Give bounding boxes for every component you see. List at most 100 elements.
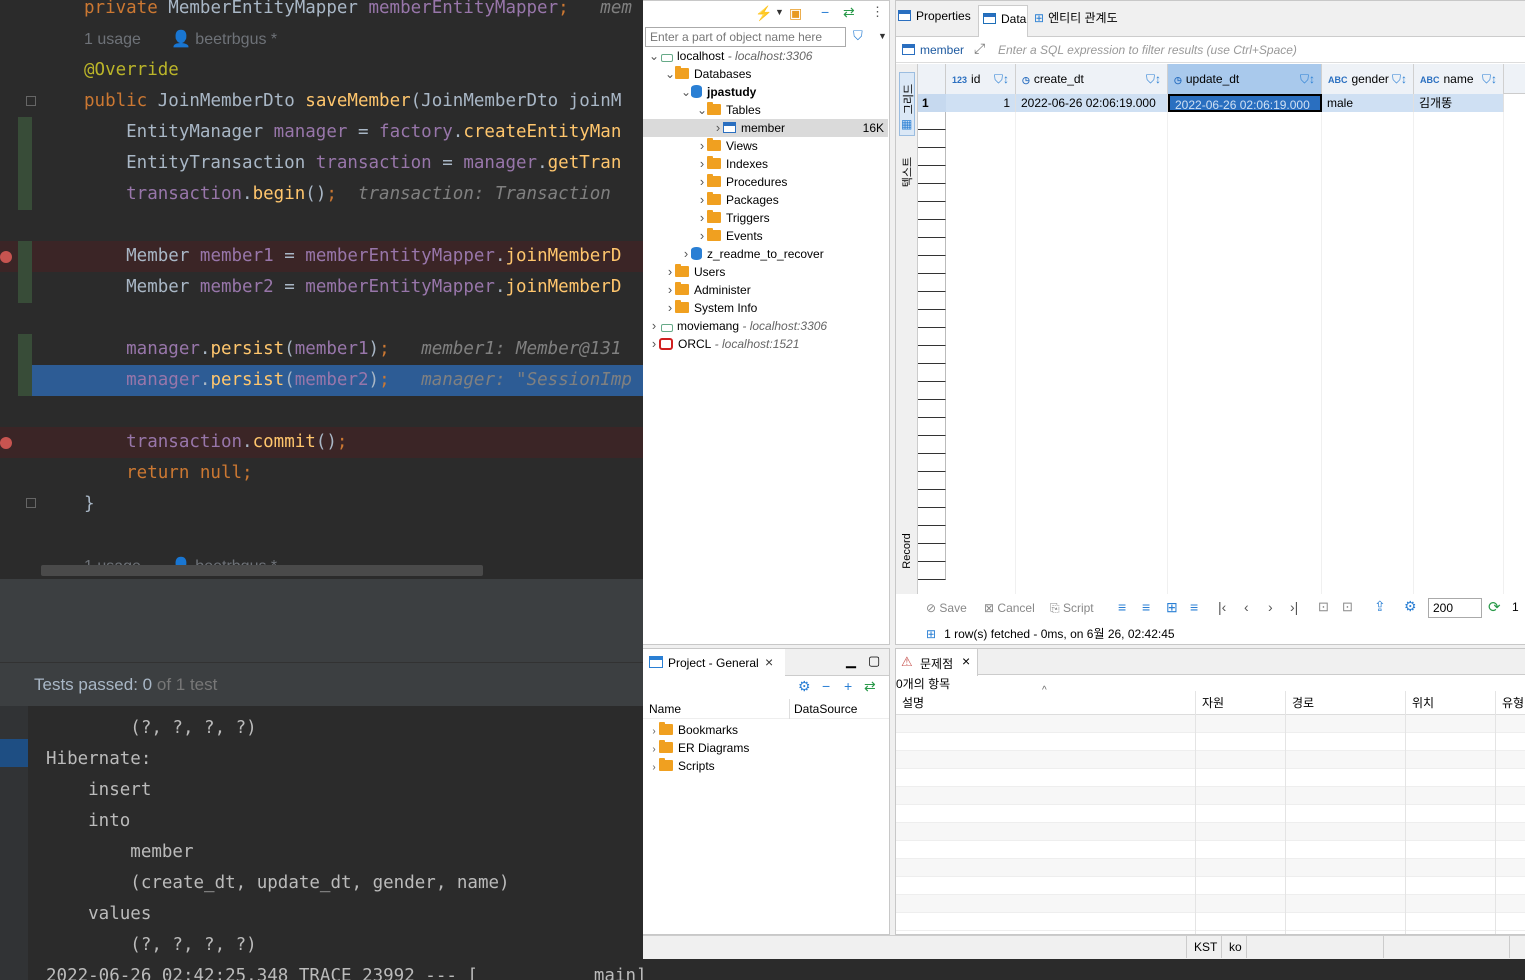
grid-cell[interactable]: 1	[946, 94, 1016, 112]
chevron-right-icon[interactable]: ›	[649, 759, 659, 777]
view-menu-icon[interactable]: ⋮	[871, 4, 884, 20]
collapse-all-icon[interactable]: −	[821, 4, 829, 20]
chevron-down-icon[interactable]: ⌄	[665, 65, 675, 83]
chevron-right-icon[interactable]: ›	[697, 155, 707, 173]
results-grid[interactable]: 123 id ⛉↕ ◷ create_dt ⛉↕ ◷ update_dt ⛉↕ ABC gender…	[918, 1, 1525, 594]
chevron-right-icon[interactable]: ›	[697, 191, 707, 209]
chevron-right-icon[interactable]: ›	[665, 263, 675, 281]
code-line[interactable]: }	[0, 489, 643, 520]
grid-cell[interactable]: male	[1322, 94, 1414, 112]
add-row-icon[interactable]: ≡	[1142, 599, 1150, 615]
edit-row-icon[interactable]: ≡	[1118, 599, 1126, 615]
minimize-icon[interactable]: ▁	[846, 653, 856, 669]
code-line[interactable]: Member member2 = memberEntityMapper.join…	[0, 272, 643, 303]
expand-icon[interactable]: +	[844, 678, 852, 694]
chevron-right-icon[interactable]: ›	[665, 299, 675, 317]
column-filter-icon[interactable]: ⛉↕	[1482, 64, 1497, 94]
code-line[interactable]: EntityTransaction transaction = manager.…	[0, 148, 643, 179]
column-filter-icon[interactable]: ⛉↕	[1392, 64, 1407, 94]
chevron-right-icon[interactable]: ›	[649, 317, 659, 335]
grid-view-button[interactable]: 그리드 ▦	[899, 72, 915, 136]
column-header-update_dt[interactable]: ◷ update_dt ⛉↕	[1168, 64, 1322, 94]
code-line[interactable]	[0, 210, 643, 241]
first-page-icon[interactable]: |‹	[1218, 599, 1226, 615]
chevron-down-icon[interactable]: ⌄	[681, 83, 691, 101]
tree-item-packages[interactable]: › Packages	[643, 191, 888, 209]
chevron-right-icon[interactable]: ›	[665, 281, 675, 299]
horizontal-scrollbar[interactable]	[41, 565, 483, 576]
new-connection-icon[interactable]: ⚡	[755, 5, 772, 22]
code-line[interactable]: transaction.commit();	[0, 427, 643, 458]
cancel-button[interactable]: ⊠ Cancel	[984, 601, 1035, 615]
code-line[interactable]	[0, 520, 643, 551]
code-line[interactable]	[0, 396, 643, 427]
problems-table[interactable]: 설명 자원 경로 위치 유형 ^	[896, 685, 1525, 934]
fetch-size-input[interactable]: 200	[1428, 598, 1482, 618]
tree-item-events[interactable]: › Events	[643, 227, 888, 245]
code-line[interactable]: 1 usage 👤 beetrbgus *	[0, 24, 643, 55]
code-line[interactable]: manager.persist(member1); member1: Membe…	[0, 334, 643, 365]
column-datasource[interactable]: DataSource	[794, 702, 857, 716]
save-button[interactable]: ⊘ Save	[926, 601, 967, 615]
copy-row-icon[interactable]: ⊞	[1166, 599, 1178, 616]
next-page-icon[interactable]: ›	[1268, 599, 1273, 615]
problems-column-header[interactable]: 자원	[1196, 691, 1286, 715]
chevron-right-icon[interactable]: ›	[649, 335, 659, 353]
code-line[interactable]: EntityManager manager = factory.createEn…	[0, 117, 643, 148]
link-editor-icon[interactable]: ⇄	[843, 4, 855, 21]
breakpoint-icon[interactable]	[0, 437, 12, 449]
tree-item-system-info[interactable]: › System Info	[643, 299, 888, 317]
code-line[interactable]: public JoinMemberDto saveMember(JoinMemb…	[0, 86, 643, 117]
filter-icon[interactable]: ⛉	[853, 28, 863, 44]
last-page-icon[interactable]: ›|	[1290, 599, 1298, 615]
code-line[interactable]: transaction.begin(); transaction: Transa…	[0, 179, 643, 210]
code-editor[interactable]: private MemberEntityMapper memberEntityM…	[0, 0, 643, 578]
refresh-icon[interactable]: ⟳	[1488, 598, 1501, 616]
chevron-right-icon[interactable]: ›	[697, 227, 707, 245]
tab-project-general[interactable]: Project - General ×	[643, 649, 785, 676]
project-item-bookmarks[interactable]: › Bookmarks	[649, 721, 738, 739]
chevron-right-icon[interactable]: ›	[713, 119, 723, 137]
prev-page-icon[interactable]: ‹	[1244, 599, 1249, 615]
tree-item-views[interactable]: › Views	[643, 137, 888, 155]
filter-dropdown-icon[interactable]: ▼	[878, 31, 887, 41]
tree-item-moviemang[interactable]: › moviemang - localhost:3306	[643, 317, 888, 335]
problems-column-header[interactable]: 경로	[1286, 691, 1406, 715]
fold-icon[interactable]	[26, 498, 36, 508]
code-line[interactable]: @Override	[0, 55, 643, 86]
grid-cell[interactable]: 김개똥	[1414, 94, 1504, 112]
chevron-right-icon[interactable]: ›	[697, 173, 707, 191]
tree-item-procedures[interactable]: › Procedures	[643, 173, 888, 191]
tree-item-localhost[interactable]: ⌄ localhost - localhost:3306	[643, 47, 888, 65]
code-line[interactable]: private MemberEntityMapper memberEntityM…	[0, 0, 643, 24]
tree-item-administer[interactable]: › Administer	[643, 281, 888, 299]
tree-item-member[interactable]: › member 16K	[643, 119, 888, 137]
code-line[interactable]	[0, 303, 643, 334]
usage-hint[interactable]: 1 usage	[84, 31, 141, 48]
close-problems-icon[interactable]: ×	[962, 653, 970, 669]
dropdown-icon[interactable]: ▼	[775, 7, 784, 17]
collapse-icon[interactable]: −	[822, 678, 830, 694]
tree-item-orcl[interactable]: › ORCL - localhost:1521	[643, 335, 888, 353]
navigator-search-input[interactable]: Enter a part of object name here	[645, 27, 846, 47]
delete-row-icon[interactable]: ≡	[1190, 599, 1198, 615]
export-icon[interactable]: ⇪	[1374, 598, 1386, 615]
grid-cell[interactable]: 2022-06-26 02:06:19.000	[1016, 94, 1168, 112]
tree-item-databases[interactable]: ⌄ Databases	[643, 65, 888, 83]
record-view-button[interactable]: Record	[899, 529, 915, 589]
close-icon[interactable]: ×	[765, 654, 773, 670]
chevron-right-icon[interactable]: ›	[697, 209, 707, 227]
column-filter-icon[interactable]: ⛉↕	[1300, 64, 1315, 94]
column-filter-icon[interactable]: ⛉↕	[994, 64, 1009, 94]
column-name[interactable]: Name	[649, 702, 681, 716]
chevron-down-icon[interactable]: ⌄	[649, 47, 659, 65]
code-line[interactable]: return null;	[0, 458, 643, 489]
column-header-create_dt[interactable]: ◷ create_dt ⛉↕	[1016, 64, 1168, 94]
code-line[interactable]: manager.persist(member2); manager: "Sess…	[32, 365, 643, 396]
link-icon[interactable]: ⇄	[864, 678, 876, 695]
settings-gear-icon[interactable]: ⚙	[1404, 598, 1417, 615]
column-filter-icon[interactable]: ⛉↕	[1146, 64, 1161, 94]
run-console[interactable]: (?, ?, ?, ?) Hibernate: insert into membe…	[0, 706, 643, 980]
breakpoint-icon[interactable]	[0, 251, 12, 263]
code-line[interactable]: Member member1 = memberEntityMapper.join…	[0, 241, 643, 272]
